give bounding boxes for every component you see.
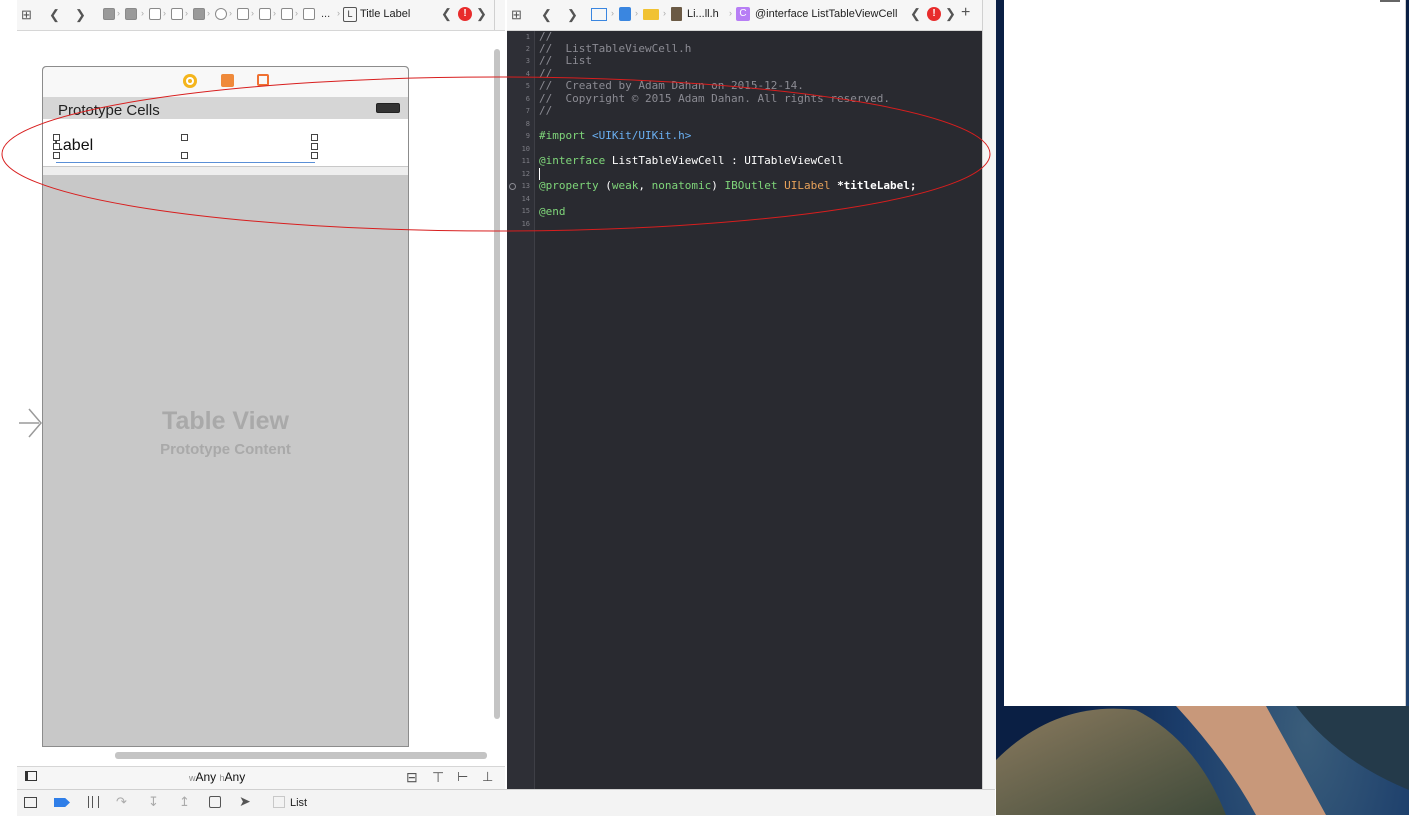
line-number: 3 — [525, 57, 530, 65]
hide-debug-area-icon[interactable] — [24, 797, 37, 808]
pause-icon[interactable] — [88, 796, 93, 808]
entry-point-arrow-icon[interactable] — [17, 403, 43, 443]
breadcrumb-separator-icon: › — [117, 8, 120, 18]
controller-icon[interactable] — [193, 8, 205, 20]
table-view-placeholder-title: Table View — [162, 407, 289, 435]
breadcrumb-separator-icon: › — [611, 8, 614, 18]
ib-bottom-bar: wAny hAny ⊟ ⊤ ⊢ ⊥ — [17, 766, 505, 789]
breadcrumb-current-item[interactable]: Title Label — [360, 8, 410, 20]
resolve-issues-icon[interactable]: ⊥ — [482, 768, 493, 786]
highlight-annotation — [1, 76, 991, 232]
file-name-crumb[interactable]: Li...ll.h — [687, 8, 719, 20]
view-debugger-icon[interactable] — [209, 796, 221, 808]
content-view-icon[interactable] — [303, 8, 315, 20]
header-file-icon[interactable] — [671, 7, 682, 21]
related-items-icon[interactable]: ⊞ — [21, 6, 32, 24]
debug-target-label[interactable]: List — [290, 797, 307, 809]
project-file-icon[interactable] — [619, 7, 631, 21]
scene-icon[interactable] — [149, 8, 161, 20]
project-icon[interactable] — [591, 8, 607, 21]
simulator-screen[interactable] — [1004, 0, 1406, 706]
align-icon[interactable]: ⊤ — [432, 768, 444, 786]
table-view-placeholder-subtitle: Prototype Content — [160, 441, 291, 458]
breadcrumb-separator-icon: › — [141, 8, 144, 18]
view-controller-icon[interactable] — [215, 8, 227, 20]
horizontal-scrollbar[interactable] — [115, 752, 487, 759]
step-out-icon[interactable]: ↥ — [179, 794, 190, 810]
view-icon[interactable] — [237, 8, 249, 20]
back-arrow-icon[interactable]: ❮ — [541, 6, 552, 24]
breadcrumb-separator-icon: › — [251, 8, 254, 18]
table-view-icon[interactable] — [259, 8, 271, 20]
status-bar-battery-icon — [1380, 0, 1400, 2]
stack-icon[interactable]: ⊟ — [406, 768, 418, 786]
document-outline-toggle-icon[interactable] — [25, 771, 37, 781]
size-class-control[interactable]: wAny hAny — [189, 770, 245, 784]
forward-arrow-icon[interactable]: ❯ — [75, 6, 86, 24]
pin-icon[interactable]: ⊢ — [457, 768, 468, 786]
breadcrumb-separator-icon: › — [635, 8, 638, 18]
forward-arrow-icon[interactable]: ❯ — [567, 6, 578, 24]
add-editor-icon[interactable]: + — [961, 4, 970, 22]
scene-icon[interactable] — [171, 8, 183, 20]
pause-icon-bar — [95, 796, 99, 808]
location-icon[interactable]: ➤ — [239, 793, 251, 810]
breakpoints-toggle-icon[interactable] — [54, 798, 70, 807]
editor-jump-bar: ⊞ ❮ ❯ › › › Li...ll.h › C @interface Lis… — [507, 0, 995, 31]
width-class-value: Any — [195, 770, 217, 784]
folder-icon[interactable] — [643, 9, 659, 20]
step-over-icon[interactable]: ↷ — [116, 794, 127, 810]
symbol-crumb[interactable]: @interface ListTableViewCell — [755, 8, 897, 20]
height-class-value: Any — [224, 770, 246, 784]
label-badge-icon: L — [343, 7, 357, 22]
error-icon[interactable]: ! — [927, 7, 941, 21]
folder-icon[interactable] — [125, 8, 137, 20]
ib-jump-bar: ⊞ ❮ ❯ › › › › › › › › › ... › L Title La… — [17, 0, 505, 31]
breadcrumb-separator-icon: › — [295, 8, 298, 18]
next-issue-icon[interactable]: ❯ — [945, 5, 956, 23]
pane-divider — [494, 0, 495, 30]
app-target-icon — [273, 796, 285, 808]
breadcrumb-separator-icon: › — [229, 8, 232, 18]
related-items-icon[interactable]: ⊞ — [511, 6, 522, 24]
line-number: 1 — [525, 33, 530, 41]
breadcrumb-separator-icon: › — [163, 8, 166, 18]
previous-issue-icon[interactable]: ❮ — [441, 5, 452, 23]
next-issue-icon[interactable]: ❯ — [476, 5, 487, 23]
breadcrumb-separator-icon: › — [729, 8, 732, 18]
code-line-comment: // List — [539, 54, 592, 67]
table-cell-icon[interactable] — [281, 8, 293, 20]
breadcrumb-separator-icon: › — [207, 8, 210, 18]
breadcrumb-separator-icon: › — [337, 8, 340, 18]
step-into-icon[interactable]: ↧ — [148, 794, 159, 810]
breadcrumb-separator-icon: › — [185, 8, 188, 18]
error-icon[interactable]: ! — [458, 7, 472, 21]
debug-bar: ↷ ↧ ↥ ➤ List — [17, 789, 995, 816]
breadcrumb-separator-icon: › — [273, 8, 276, 18]
storyboard-icon[interactable] — [103, 8, 115, 20]
back-arrow-icon[interactable]: ❮ — [49, 6, 60, 24]
previous-issue-icon[interactable]: ❮ — [910, 5, 921, 23]
line-number: 2 — [525, 45, 530, 53]
class-badge-icon: C — [736, 7, 750, 21]
breadcrumb-ellipsis[interactable]: ... — [321, 8, 330, 20]
breadcrumb-separator-icon: › — [663, 8, 666, 18]
